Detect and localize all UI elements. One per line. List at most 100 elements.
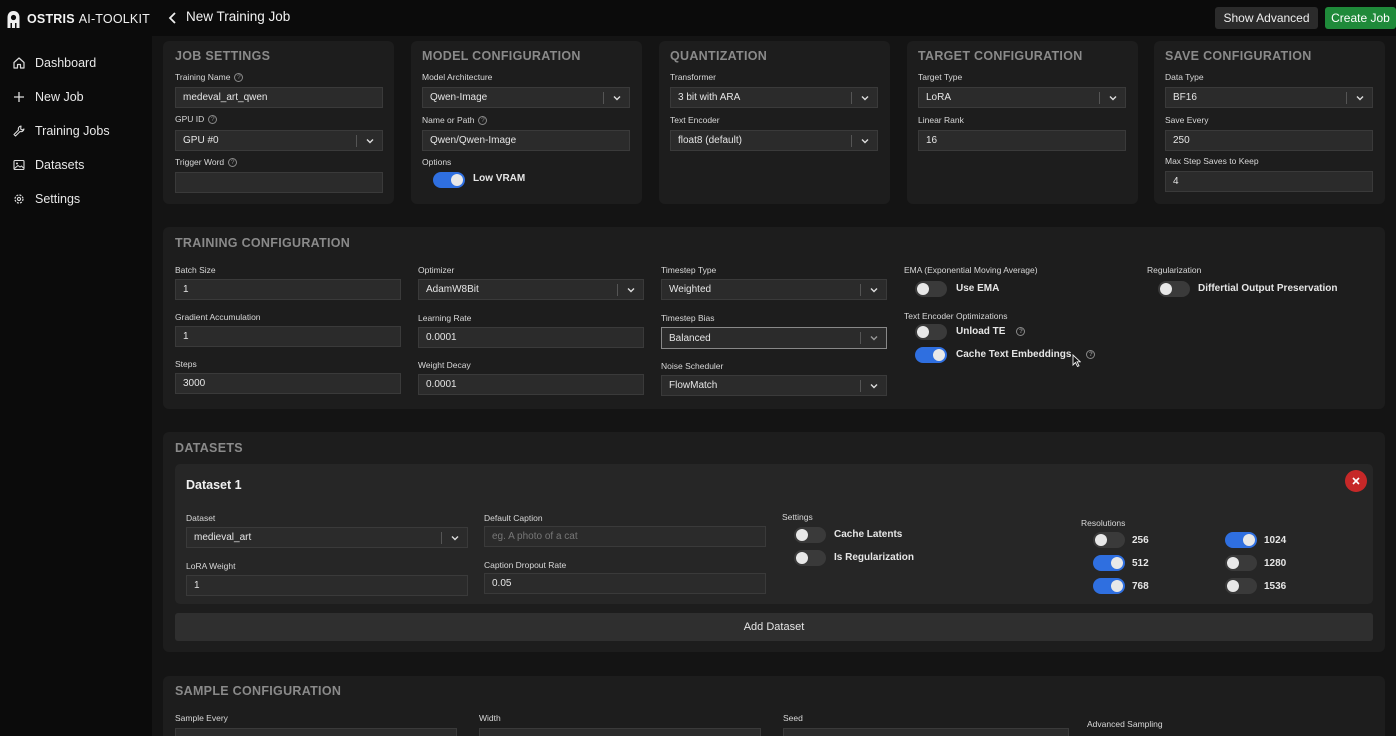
sidebar-item-training-jobs[interactable]: Training Jobs	[12, 121, 110, 141]
resolution-512-toggle[interactable]	[1093, 555, 1125, 571]
timestep-type-select[interactable]: Weighted	[661, 279, 887, 300]
cache-text-embeddings-toggle[interactable]	[915, 347, 947, 363]
resolution-1024-toggle[interactable]	[1225, 532, 1257, 548]
help-icon[interactable]: ?	[208, 114, 218, 124]
low-vram-toggle[interactable]	[433, 172, 465, 188]
trigger-word-input[interactable]	[175, 172, 383, 193]
card-title: TARGET CONFIGURATION	[918, 49, 1083, 63]
field-label: Caption Dropout Rate	[484, 560, 567, 570]
field-label: Gradient Accumulation	[175, 312, 261, 322]
field-label: Seed	[783, 713, 803, 723]
caption-dropout-input[interactable]: 0.05	[484, 573, 766, 594]
noise-scheduler-select[interactable]: FlowMatch	[661, 375, 887, 396]
text-encoder-quant-select[interactable]: float8 (default)	[670, 130, 878, 151]
use-ema-toggle[interactable]	[915, 281, 947, 297]
toggle-knob	[1111, 580, 1123, 592]
field-label: Name or Path?	[422, 115, 488, 125]
target-config-card: TARGET CONFIGURATION Target Type LoRA Li…	[907, 41, 1138, 204]
field-label: Noise Scheduler	[661, 361, 724, 371]
plus-icon	[14, 92, 24, 102]
target-type-select[interactable]: LoRA	[918, 87, 1126, 108]
lora-weight-input[interactable]: 1	[186, 575, 468, 596]
resolution-256-toggle[interactable]	[1093, 532, 1125, 548]
data-type-value: BF16	[1173, 92, 1197, 103]
card-title: QUANTIZATION	[670, 49, 768, 63]
optimizer-value: AdamW8Bit	[426, 284, 479, 295]
resolution-1536-toggle[interactable]	[1225, 578, 1257, 594]
remove-dataset-button[interactable]	[1345, 470, 1367, 492]
field-label: Model Architecture	[422, 72, 493, 82]
timestep-bias-select[interactable]: Balanced	[661, 327, 887, 349]
field-label: Timestep Type	[661, 265, 717, 275]
transformer-quant-select[interactable]: 3 bit with ARA	[670, 87, 878, 108]
model-architecture-select[interactable]: Qwen-Image	[422, 87, 630, 108]
show-advanced-button[interactable]: Show Advanced	[1215, 7, 1318, 29]
cache-latents-toggle[interactable]	[794, 527, 826, 543]
mouse-cursor-icon	[1072, 354, 1081, 367]
default-caption-input[interactable]: eg. A photo of a cat	[484, 526, 766, 547]
gradient-accumulation-input[interactable]: 1	[175, 326, 401, 347]
transformer-value: 3 bit with ARA	[678, 92, 741, 103]
chevron-down-icon	[870, 384, 878, 389]
dataset-select[interactable]: medieval_art	[186, 527, 468, 548]
sidebar-item-settings[interactable]: Settings	[12, 189, 80, 209]
chevron-down-icon	[861, 139, 869, 144]
field-label: Text Encoder Optimizations	[904, 311, 1008, 321]
seed-input[interactable]	[783, 728, 1069, 736]
gpu-select[interactable]: GPU #0	[175, 130, 383, 151]
field-label: Advanced Sampling	[1087, 719, 1163, 729]
model-path-input[interactable]: Qwen/Qwen-Image	[422, 130, 630, 151]
sample-config-card: SAMPLE CONFIGURATION Sample Every Width …	[163, 676, 1385, 736]
create-job-button[interactable]: Create Job	[1325, 7, 1396, 29]
datasets-card: DATASETS Dataset 1 Dataset medieval_art …	[163, 432, 1385, 652]
data-type-select[interactable]: BF16	[1165, 87, 1373, 108]
divider	[851, 135, 852, 147]
save-every-input[interactable]: 250	[1165, 130, 1373, 151]
toggle-knob	[1243, 534, 1255, 546]
toggle-knob	[917, 326, 929, 338]
chevron-down-icon	[1109, 96, 1117, 101]
text-encoder-value: float8 (default)	[678, 135, 742, 146]
help-icon[interactable]: ?	[228, 157, 238, 167]
sidebar-item-datasets[interactable]: Datasets	[12, 155, 84, 175]
differential-output-preservation-toggle[interactable]	[1158, 281, 1190, 297]
field-label: Steps	[175, 359, 197, 369]
toggle-label: 768	[1132, 581, 1149, 592]
target-type-value: LoRA	[926, 92, 952, 103]
resolution-768-toggle[interactable]	[1093, 578, 1125, 594]
brand[interactable]: OSTRIS AI-TOOLKIT	[6, 9, 150, 29]
toggle-knob	[933, 349, 945, 361]
divider	[441, 532, 442, 544]
sidebar-item-dashboard[interactable]: Dashboard	[12, 53, 96, 73]
weight-decay-input[interactable]: 0.0001	[418, 374, 644, 395]
close-icon	[1352, 477, 1360, 485]
field-label: Optimizer	[418, 265, 455, 275]
help-icon[interactable]: ?	[1086, 350, 1096, 359]
sample-every-input[interactable]	[175, 728, 457, 736]
is-regularization-toggle[interactable]	[794, 550, 826, 566]
help-icon[interactable]: ?	[478, 115, 488, 125]
sample-width-input[interactable]	[479, 728, 761, 736]
learning-rate-input[interactable]: 0.0001	[418, 327, 644, 348]
resolution-1280-toggle[interactable]	[1225, 555, 1257, 571]
tools-icon	[13, 125, 25, 137]
add-dataset-button[interactable]: Add Dataset	[175, 613, 1373, 641]
toggle-label: Differtial Output Preservation	[1198, 283, 1338, 294]
chevron-down-icon	[366, 139, 374, 144]
training-name-input[interactable]: medeval_art_qwen	[175, 87, 383, 108]
image-icon	[13, 159, 25, 171]
max-saves-input[interactable]: 4	[1165, 171, 1373, 192]
sidebar-item-new-job[interactable]: New Job	[12, 87, 84, 107]
chevron-left-icon[interactable]	[166, 9, 180, 27]
help-icon[interactable]: ?	[1016, 327, 1026, 336]
batch-size-input[interactable]: 1	[175, 279, 401, 300]
card-title: TRAINING CONFIGURATION	[175, 236, 351, 250]
optimizer-select[interactable]: AdamW8Bit	[418, 279, 644, 300]
steps-input[interactable]: 3000	[175, 373, 401, 394]
architecture-value: Qwen-Image	[430, 92, 488, 103]
unload-te-toggle[interactable]	[915, 324, 947, 340]
toggle-label: 1280	[1264, 558, 1287, 569]
help-icon[interactable]: ?	[234, 72, 244, 82]
linear-rank-input[interactable]: 16	[918, 130, 1126, 151]
gpu-value: GPU #0	[183, 135, 219, 146]
